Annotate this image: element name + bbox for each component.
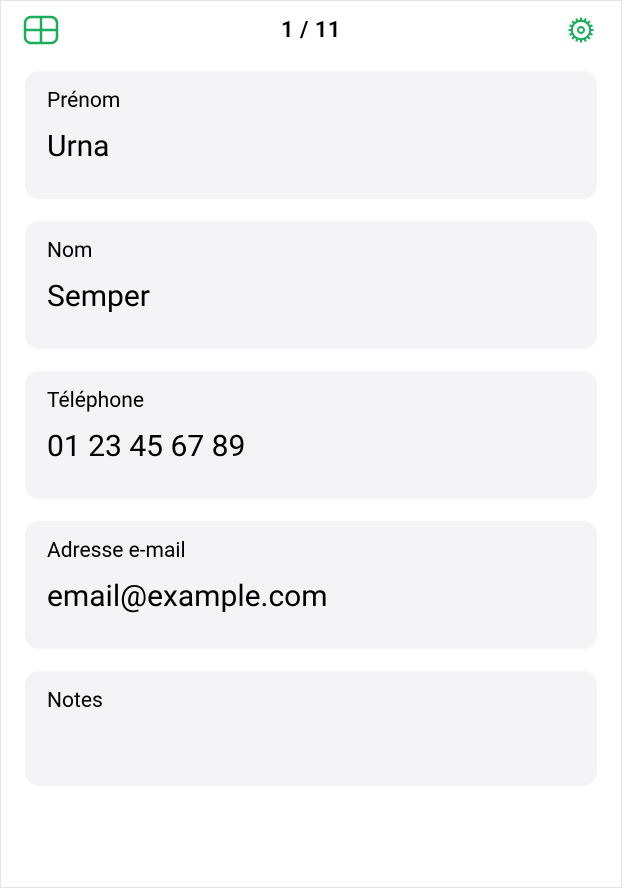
field-label: Nom [47,239,575,263]
email-input[interactable] [47,579,575,614]
field-email[interactable]: Adresse e-mail [25,521,597,649]
field-nom[interactable]: Nom [25,221,597,349]
field-label: Téléphone [47,389,575,413]
field-telephone[interactable]: Téléphone [25,371,597,499]
field-label: Prénom [47,89,575,113]
gear-icon [563,15,599,45]
settings-button[interactable] [563,15,599,45]
grid-icon [23,15,59,45]
field-label: Notes [47,689,575,713]
grid-view-button[interactable] [23,15,59,45]
field-label: Adresse e-mail [47,539,575,563]
telephone-input[interactable] [47,429,575,464]
field-notes[interactable]: Notes [25,671,597,786]
notes-input[interactable] [47,729,575,764]
header: 1 / 11 [1,1,621,59]
nom-input[interactable] [47,279,575,314]
prenom-input[interactable] [47,129,575,164]
field-prenom[interactable]: Prénom [25,71,597,199]
form-content: Prénom Nom Téléphone Adresse e-mail Note… [1,59,621,786]
page-counter: 1 / 11 [281,18,341,43]
